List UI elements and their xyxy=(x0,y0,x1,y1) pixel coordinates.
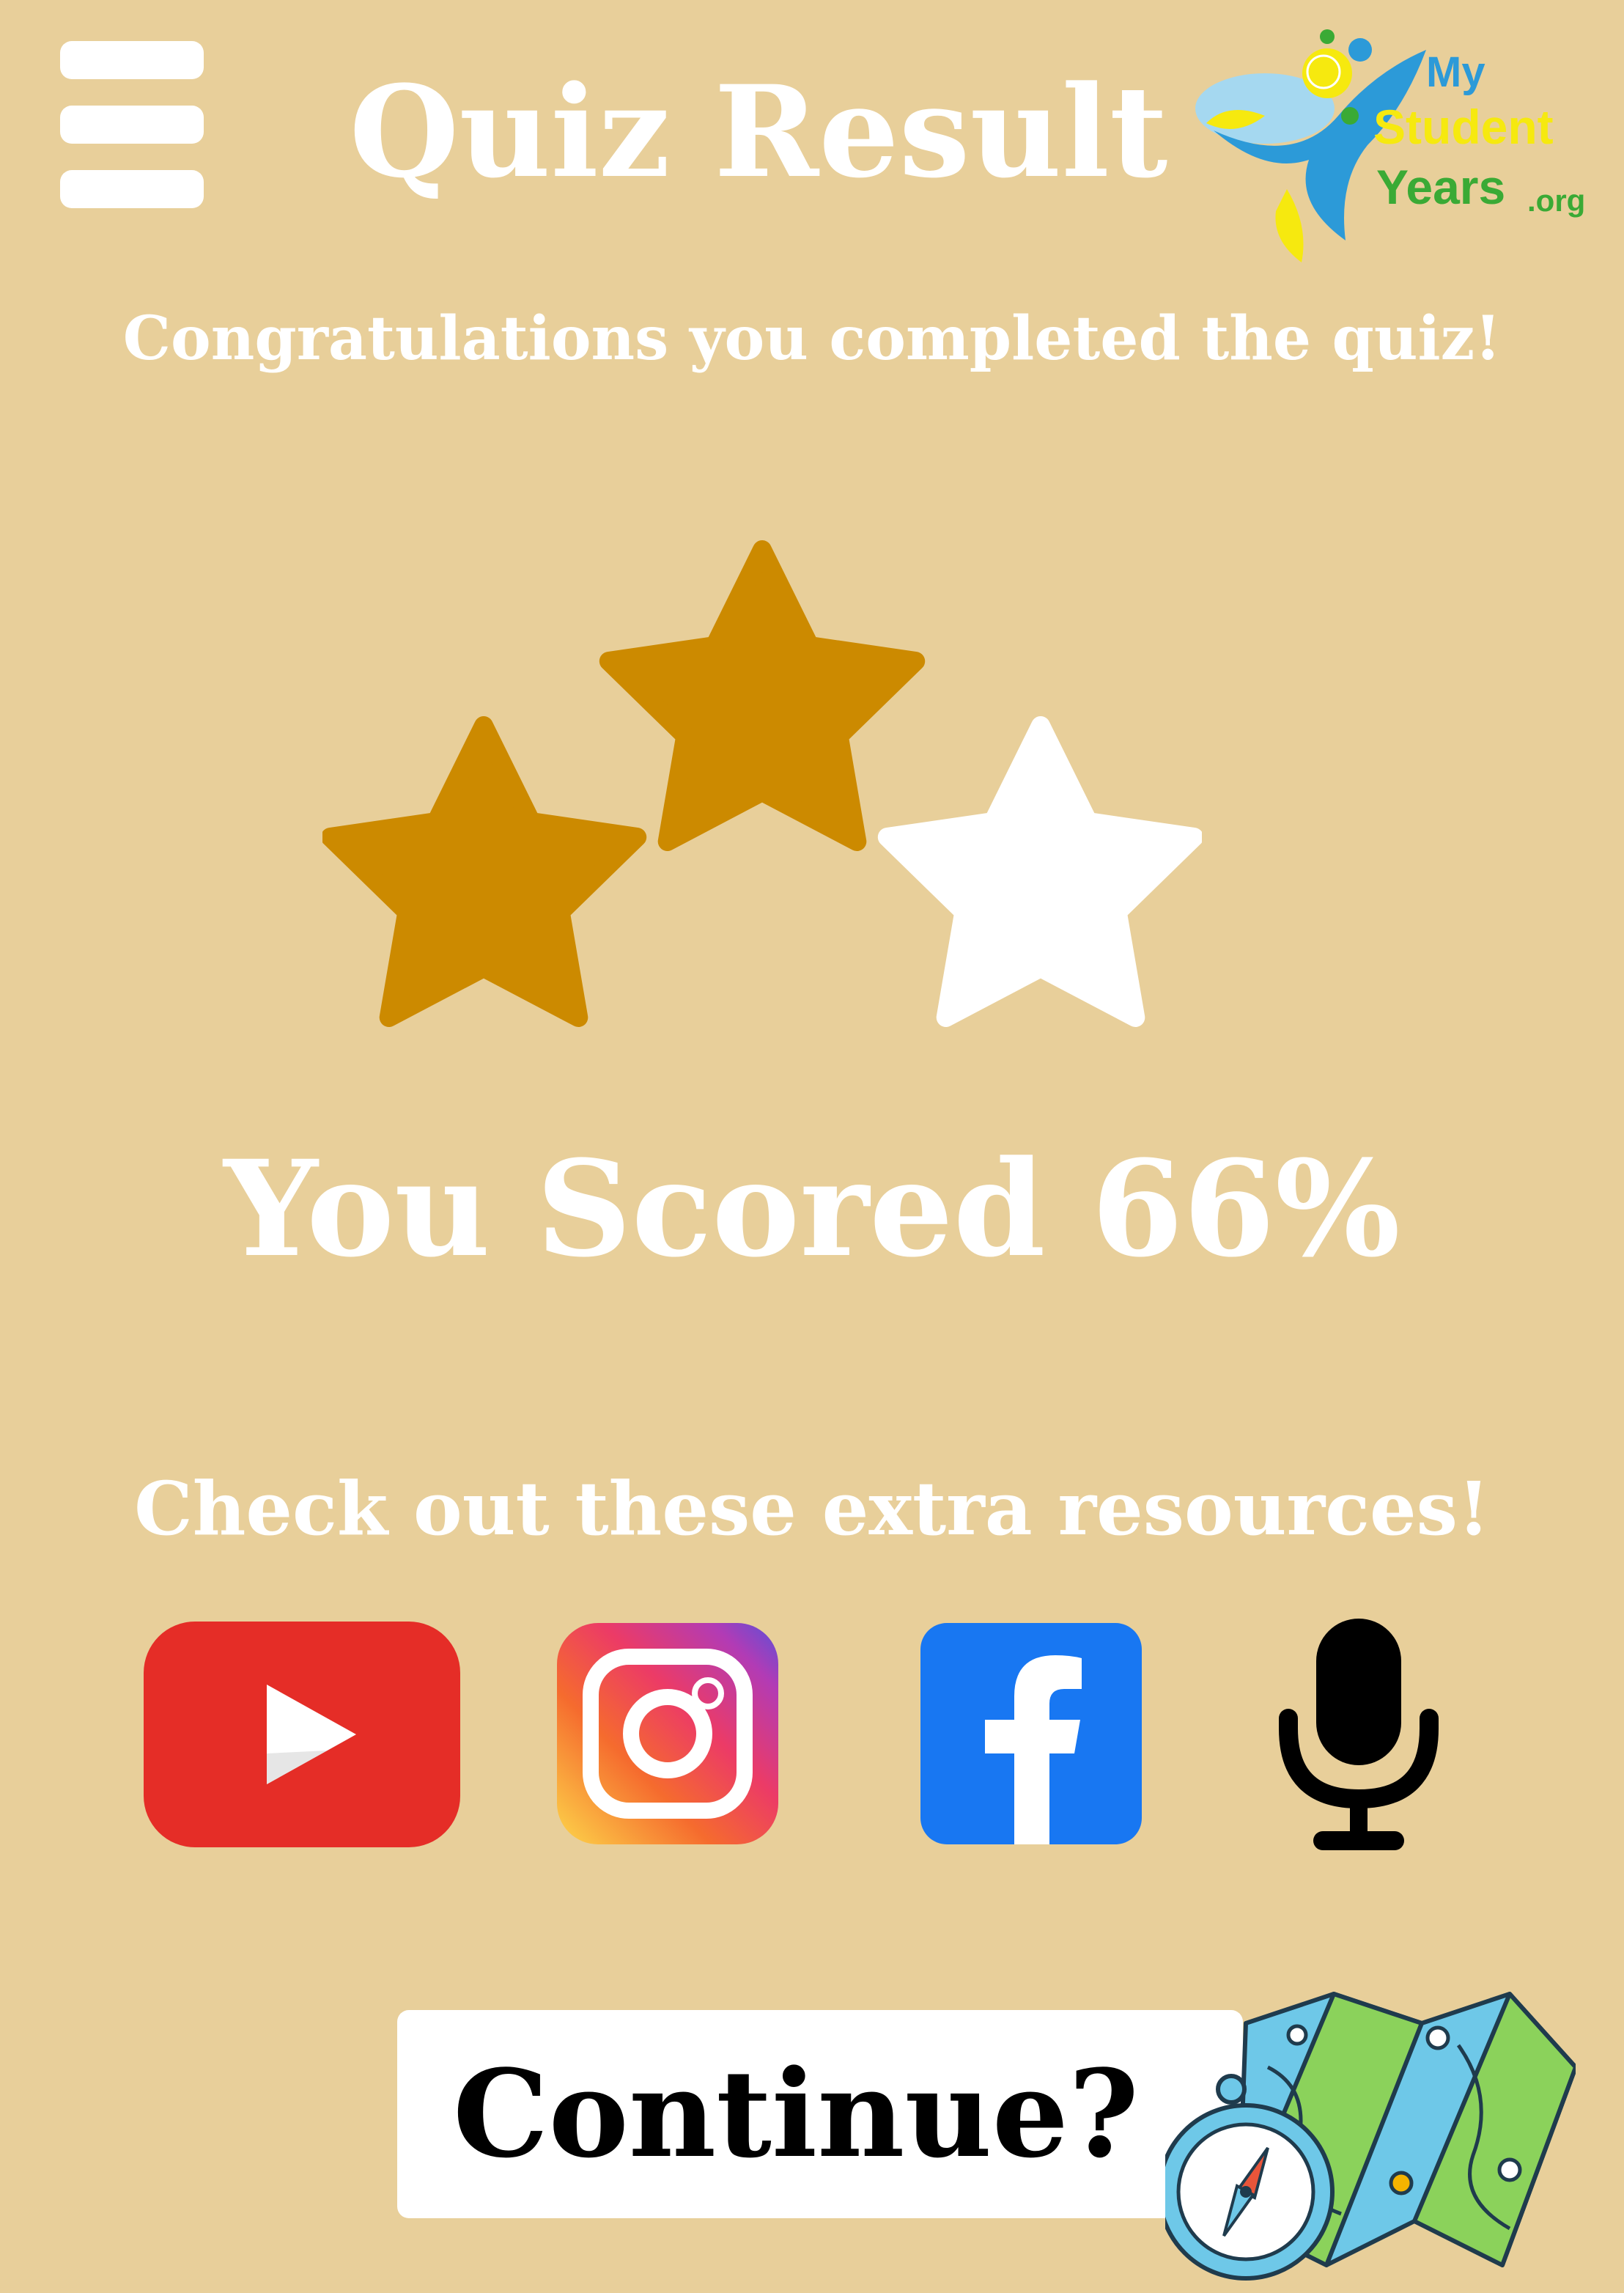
hamburger-menu-icon xyxy=(60,41,204,79)
hamburger-menu-icon-bar xyxy=(60,106,204,144)
star-filled-icon xyxy=(320,716,647,1027)
instagram-icon xyxy=(557,1623,778,1844)
svg-text:Years: Years xyxy=(1376,160,1505,214)
svg-text:Student: Student xyxy=(1373,100,1554,154)
logo-graphic: My Student Years .org xyxy=(1195,29,1585,262)
svg-text:.org: .org xyxy=(1527,183,1585,218)
facebook-link[interactable] xyxy=(920,1623,1142,1844)
resources-heading: Check out these extra resources! xyxy=(134,1465,1490,1552)
continue-label: Continue? xyxy=(453,2043,1140,2185)
star-empty-icon xyxy=(877,716,1204,1027)
instagram-link[interactable] xyxy=(557,1623,778,1844)
microphone-icon xyxy=(1279,1619,1439,1850)
page-title: Quiz Result xyxy=(349,57,1168,206)
score-text: You Scored 66% xyxy=(224,1132,1400,1287)
star-rating xyxy=(320,535,1204,1034)
youtube-icon xyxy=(144,1622,460,1847)
svg-text:My: My xyxy=(1426,48,1485,96)
podcast-link[interactable] xyxy=(1278,1619,1439,1853)
facebook-icon xyxy=(920,1623,1142,1844)
map-compass-icon xyxy=(1157,1979,1578,2287)
menu-button[interactable] xyxy=(60,41,204,210)
continue-button[interactable]: Continue? xyxy=(397,2010,1243,2218)
youtube-link[interactable] xyxy=(144,1622,460,1847)
star-filled-icon xyxy=(599,540,926,851)
congratulations-text: Congratulations you completed the quiz! xyxy=(122,303,1502,374)
mystudentyears-logo[interactable]: My Student Years .org xyxy=(1184,21,1624,277)
hamburger-menu-icon-bar xyxy=(60,170,204,208)
